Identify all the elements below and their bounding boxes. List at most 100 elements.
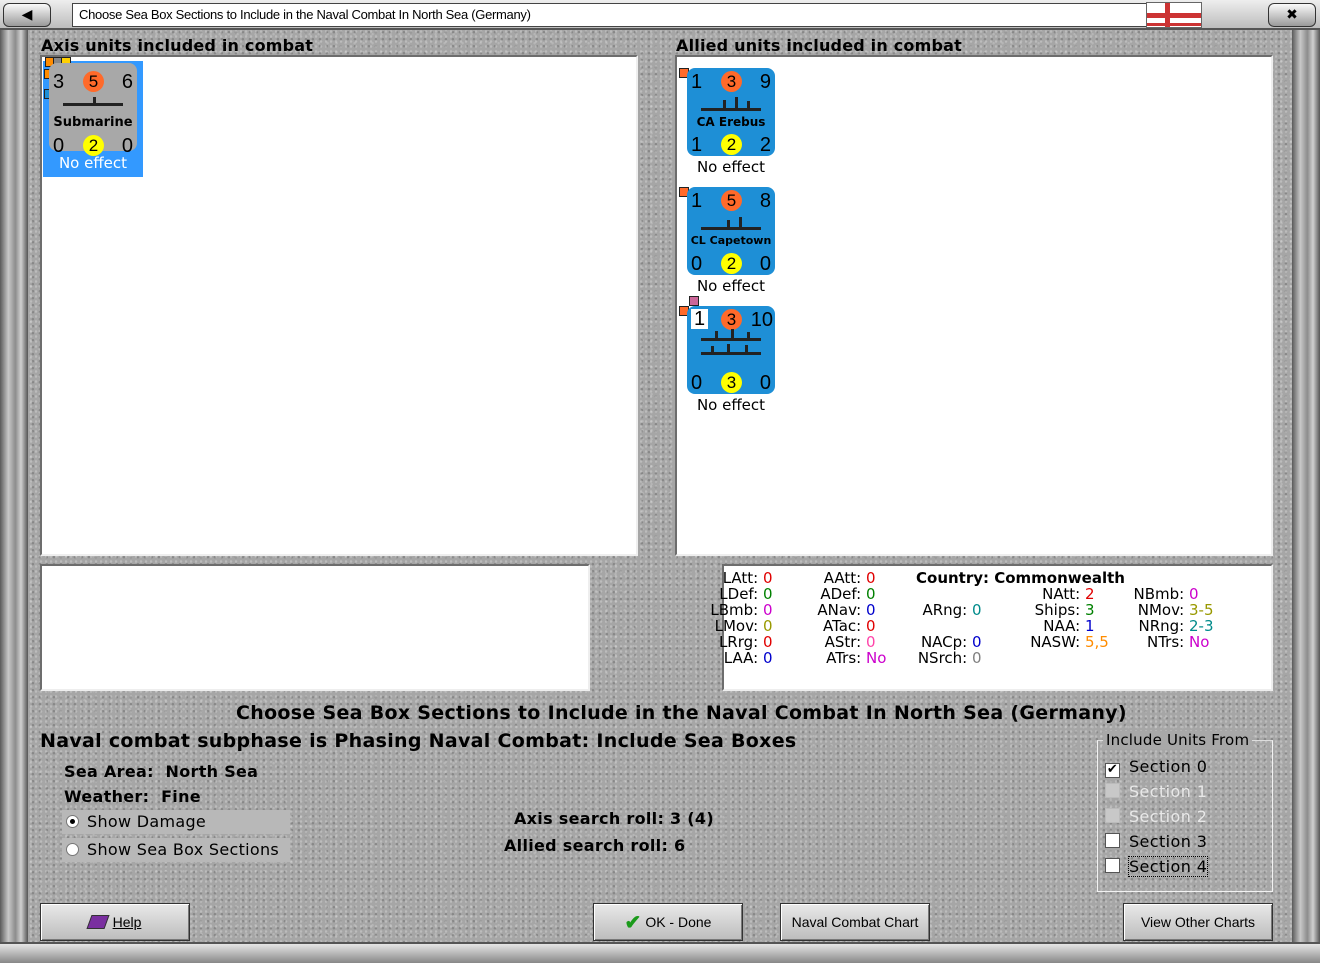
counter-bottom-mid: 2 (721, 253, 742, 274)
weather-value: Fine (161, 787, 201, 806)
show-damage-radio[interactable]: Show Damage (62, 810, 290, 834)
sea-area-info: Sea Area: North Sea (64, 762, 258, 781)
allied-search-roll: Allied search roll: 6 (504, 836, 686, 855)
stat-value: 0 (972, 601, 982, 619)
counter-name: Submarine (53, 115, 133, 130)
stat-value: No (866, 649, 887, 667)
stat-value: 5,5 (1085, 633, 1109, 651)
counter-top-right: 10 (750, 309, 773, 331)
stat-row: ANav: 0 (817, 602, 896, 618)
cruiser-icon (701, 97, 761, 112)
country-label: Country: Commonwealth (916, 569, 1125, 587)
radio-selected-icon (66, 815, 79, 828)
unit-result: No effect (696, 396, 766, 414)
stat-row: ATrs: No (826, 650, 896, 666)
counter-top-right: 6 (121, 71, 133, 93)
stat-label: NTrs: (1147, 633, 1185, 651)
stat-row: AStr: 0 (825, 634, 896, 650)
view-other-charts-button[interactable]: View Other Charts (1123, 903, 1273, 941)
menu-icon: ◀ (21, 7, 33, 23)
stat-value: 0 (972, 649, 982, 667)
allied-unit-cl-capetown[interactable]: 1 5 8 CL Capetown 0 2 0 No effect (679, 187, 781, 296)
axis-panel-title: Axis units included in combat (41, 36, 314, 55)
counter-bottom-mid: 3 (721, 372, 742, 393)
counter-bottom-right: 2 (759, 134, 771, 156)
submarine-icon (63, 93, 123, 107)
counter-bottom-left: 0 (691, 372, 703, 394)
allied-unit-ca-erebus[interactable]: 1 3 9 CA Erebus 1 2 2 No effect (679, 68, 781, 177)
show-sea-box-sections-radio[interactable]: Show Sea Box Sections (62, 838, 290, 862)
show-sections-label: Show Sea Box Sections (87, 840, 280, 859)
stat-row: LAtt: 0 (723, 570, 793, 586)
stat-row: ATac: 0 (823, 618, 896, 634)
close-icon: ✖ (1286, 7, 1298, 23)
stat-value: 0 (866, 601, 876, 619)
window-title: Choose Sea Box Sections to Include in th… (72, 3, 1148, 27)
stat-value: 0 (866, 617, 876, 635)
help-button[interactable]: Help (40, 903, 190, 941)
stat-row: NAA: 1 (1043, 618, 1115, 634)
stat-value: 2-3 (1189, 617, 1214, 635)
unit-counter: 3 5 6 Submarine 0 2 0 (49, 63, 137, 157)
stat-row: AAtt: 0 (824, 570, 896, 586)
counter-bottom-right: 0 (759, 253, 771, 275)
close-button[interactable]: ✖ (1268, 3, 1316, 27)
right-frame (1292, 30, 1320, 942)
ok-label: OK - Done (645, 914, 712, 930)
dialog-heading: Choose Sea Box Sections to Include in th… (236, 702, 1127, 724)
stat-row: NMov: 3-5 (1138, 602, 1219, 618)
stat-value: 0 (763, 585, 773, 603)
counter-name: CL Capetown (690, 234, 772, 247)
counter-bottom-right: 0 (759, 372, 771, 394)
radio-unselected-icon (66, 843, 79, 856)
include-units-title: Include Units From (1103, 731, 1253, 749)
stat-row: LAA: 0 (724, 650, 793, 666)
cruiser-icon (701, 217, 761, 231)
sea-area-label: Sea Area: (64, 762, 154, 781)
counter-top-mid: 3 (721, 71, 742, 92)
stat-label: NSrch: (917, 649, 968, 667)
counter-top-mid: 5 (83, 71, 104, 92)
stat-row: NSrch: 0 (918, 650, 1002, 666)
stat-value: 0 (763, 569, 773, 587)
unit-marker (689, 296, 699, 306)
stat-row: Ships: 3 (1035, 602, 1115, 618)
allied-unit-convoy[interactable]: 1 3 10 0 3 0 No effect (679, 296, 781, 415)
stat-label: LAA: (723, 649, 759, 667)
section-1-label: Section 1 (1129, 782, 1208, 801)
checkbox-icon (1105, 783, 1120, 798)
section-0-label: Section 0 (1129, 757, 1208, 776)
naval-combat-chart-button[interactable]: Naval Combat Chart (780, 903, 930, 941)
counter-top-left: 3 (53, 71, 65, 93)
stat-row: LRrg: 0 (719, 634, 793, 650)
stat-row: NRng: 2-3 (1138, 618, 1219, 634)
stat-value: 0 (763, 633, 773, 651)
counter-bottom-left: 1 (691, 134, 703, 156)
stat-row: ARng: 0 (922, 602, 1002, 618)
stat-value: 2 (1085, 585, 1095, 603)
unit-result: No effect (696, 158, 766, 176)
counter-bottom-mid: 2 (83, 135, 104, 156)
counter-name: CA Erebus (696, 115, 766, 129)
axis-unit-submarine[interactable]: 3 5 6 Submarine 0 2 0 No effect (43, 57, 143, 177)
ok-done-button[interactable]: ✔ OK - Done (593, 903, 743, 941)
weather-info: Weather: Fine (64, 787, 201, 806)
counter-top-left: 1 (691, 190, 703, 212)
stat-row: NTrs: No (1147, 634, 1219, 650)
stat-label: ATrs: (826, 649, 862, 667)
system-menu-button[interactable]: ◀ (3, 3, 51, 27)
counter-bottom-mid: 2 (721, 134, 742, 155)
checkbox-checked-icon: ✔ (1105, 762, 1120, 778)
stat-value: 0 (1189, 585, 1199, 603)
section-3-label: Section 3 (1129, 832, 1208, 851)
section-0-checkbox[interactable]: ✔ Section 0 (1105, 757, 1207, 778)
stat-value: 0 (763, 601, 773, 619)
section-4-checkbox[interactable]: Section 4 (1105, 856, 1209, 877)
message-panel (40, 564, 590, 691)
stat-value: 0 (866, 633, 876, 651)
stat-value: 0 (866, 585, 876, 603)
chart-label: Naval Combat Chart (791, 914, 919, 930)
stat-row: NACp: 0 (921, 634, 1002, 650)
axis-units-panel: 3 5 6 Submarine 0 2 0 No effect (40, 55, 638, 556)
section-3-checkbox[interactable]: Section 3 (1105, 832, 1207, 852)
